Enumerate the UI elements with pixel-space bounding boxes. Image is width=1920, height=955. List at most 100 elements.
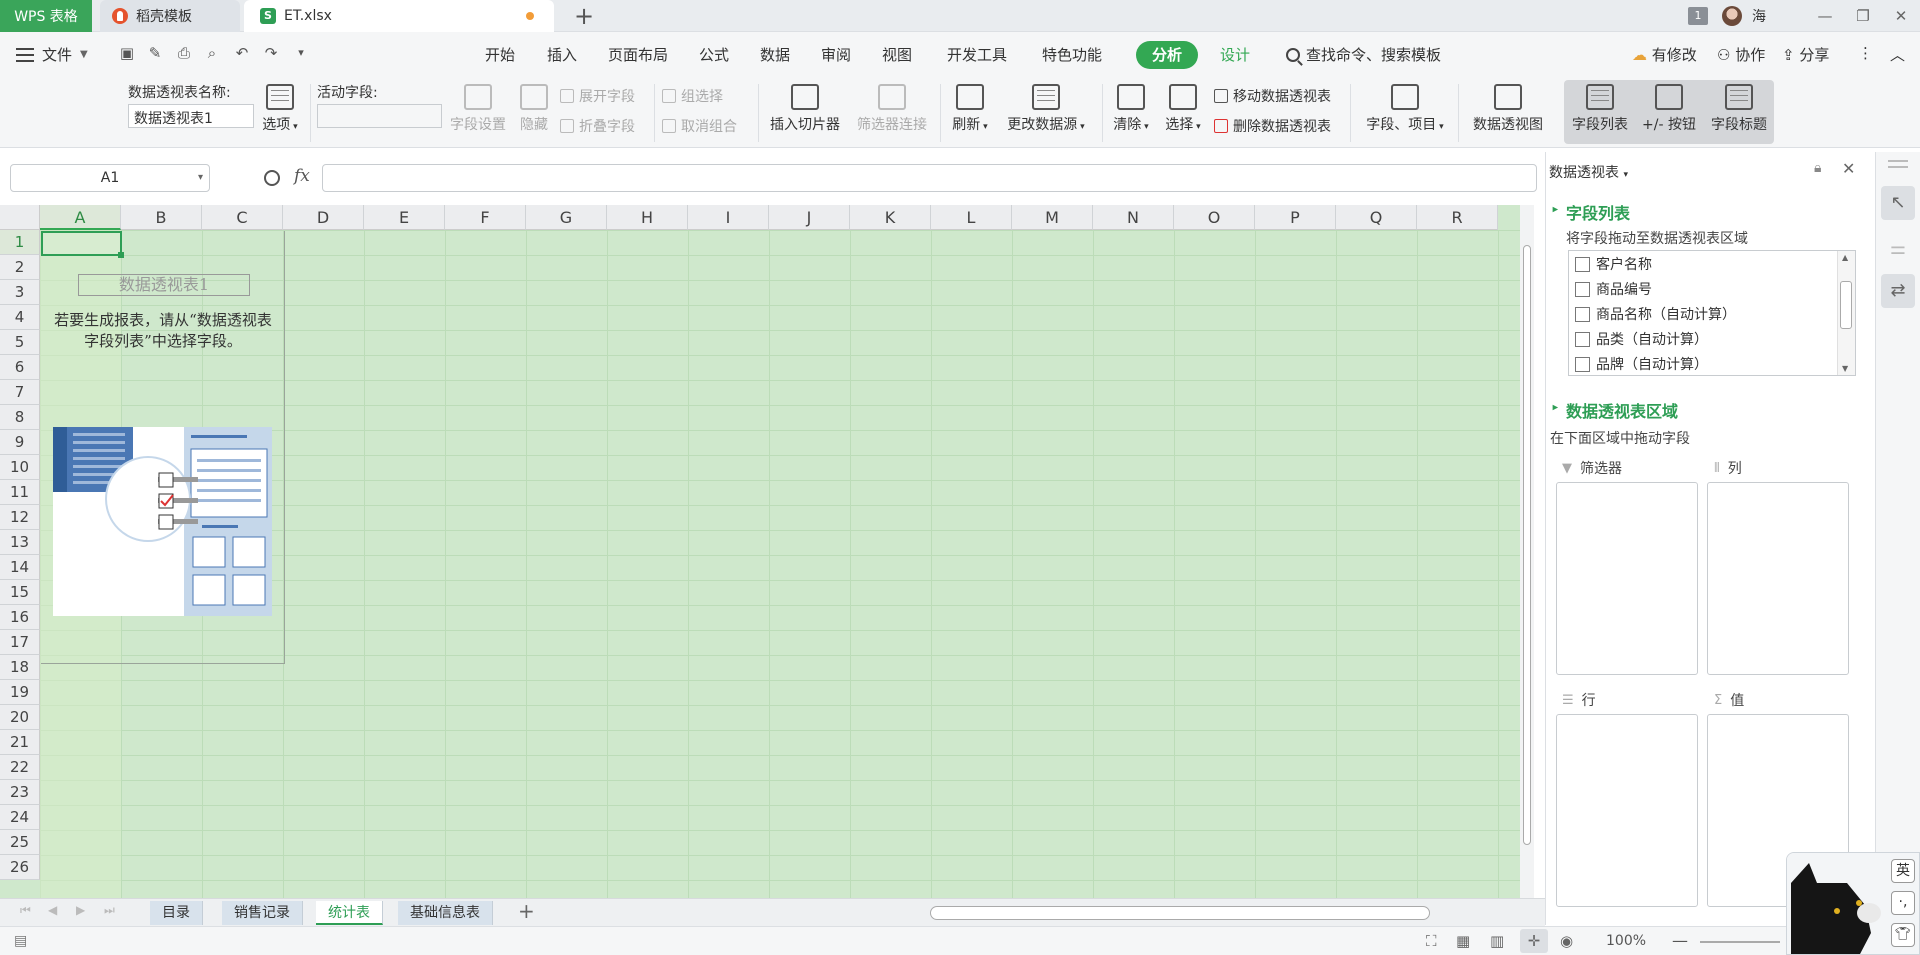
row-header[interactable]: 9 (0, 430, 40, 455)
rows-drop-zone[interactable] (1556, 714, 1698, 907)
prev-sheet-icon[interactable]: ◀ (48, 903, 57, 917)
close-icon[interactable]: ✕ (1882, 7, 1920, 25)
column-header[interactable]: L (931, 205, 1012, 230)
undo-icon[interactable]: ↶ (233, 44, 251, 62)
row-header[interactable]: 1 (0, 230, 40, 255)
row-header[interactable]: 4 (0, 305, 40, 330)
row-header[interactable]: 24 (0, 805, 40, 830)
field-settings-button[interactable]: 字段设置 (446, 84, 510, 134)
settings-sliders-icon[interactable]: ⚌ (1881, 232, 1915, 266)
filter-drop-zone[interactable] (1556, 482, 1698, 675)
sheet-tab-sales-records[interactable]: 销售记录 (222, 901, 303, 925)
pivot-pane-icon[interactable]: ⇄ (1881, 274, 1915, 308)
redo-icon[interactable]: ↷ (262, 44, 280, 62)
column-header[interactable]: E (364, 205, 445, 230)
add-sheet-button[interactable]: + (518, 899, 535, 923)
macro-record-icon[interactable]: ▤ (14, 933, 27, 949)
column-header[interactable]: K (850, 205, 931, 230)
new-tab-button[interactable]: + (570, 2, 598, 30)
group-selection-button[interactable]: 组选择 (662, 86, 723, 106)
avatar[interactable] (1722, 6, 1742, 26)
field-item[interactable]: 商品编号 (1575, 278, 1652, 300)
pivot-chart-button[interactable]: 数据透视图 (1466, 84, 1550, 134)
checkbox[interactable] (1575, 356, 1590, 372)
field-list-toggle[interactable]: 字段列表 (1566, 84, 1634, 134)
tab-insert[interactable]: 插入 (547, 44, 577, 65)
tab-special-features[interactable]: 特色功能 (1042, 44, 1102, 65)
pivot-name-input[interactable]: 数据透视表1 (128, 104, 254, 128)
selected-cell[interactable] (41, 231, 124, 258)
fullscreen-icon[interactable]: ⛶ (1426, 932, 1437, 950)
options-button[interactable]: 选项 ▾ (258, 84, 302, 134)
modified-status-button[interactable]: ☁ 有修改 (1632, 44, 1697, 65)
columns-drop-zone[interactable] (1707, 482, 1849, 675)
minimize-icon[interactable]: — (1806, 7, 1844, 25)
user-name[interactable]: 海 (1752, 6, 1766, 26)
print-preview-icon[interactable]: ⌕ (203, 44, 221, 62)
row-header[interactable]: 7 (0, 380, 40, 405)
column-header[interactable]: A (40, 205, 121, 230)
row-header[interactable]: 15 (0, 580, 40, 605)
field-list[interactable]: 客户名称 商品编号 商品名称（自动计算） 品类（自动计算） 品牌（自动计算） ▲… (1568, 250, 1856, 376)
tab-page-layout[interactable]: 页面布局 (608, 44, 668, 65)
eye-protection-icon[interactable]: ◉ (1560, 932, 1573, 950)
select-all-corner[interactable] (0, 205, 40, 230)
column-header[interactable]: B (121, 205, 202, 230)
field-list-header[interactable]: 字段列表 (1566, 200, 1630, 224)
plus-minus-buttons-toggle[interactable]: +/- 按钮 (1636, 84, 1702, 134)
row-header[interactable]: 14 (0, 555, 40, 580)
tab-review[interactable]: 审阅 (821, 44, 851, 65)
row-header[interactable]: 8 (0, 405, 40, 430)
share-button[interactable]: ⇪ 分享 (1782, 44, 1829, 65)
ime-widget[interactable]: 英 ·, 👕︎ (1786, 852, 1920, 955)
ime-lang-toggle[interactable]: 英 (1891, 859, 1915, 883)
row-header[interactable]: 16 (0, 605, 40, 630)
ime-punct-icon[interactable]: ·, (1891, 891, 1915, 915)
more-options-icon[interactable]: ⋮ (1858, 44, 1873, 62)
field-item[interactable]: 品类（自动计算） (1575, 328, 1708, 350)
row-header[interactable]: 17 (0, 630, 40, 655)
fields-items-button[interactable]: 字段、项目 ▾ (1360, 84, 1450, 134)
ungroup-button[interactable]: 取消组合 (662, 116, 737, 136)
column-header[interactable]: D (283, 205, 364, 230)
pane-title[interactable]: 数据透视表 ▾ (1549, 162, 1628, 182)
row-header[interactable]: 19 (0, 680, 40, 705)
row-header[interactable]: 22 (0, 755, 40, 780)
zoom-out-icon[interactable]: — (1672, 931, 1688, 950)
next-sheet-icon[interactable]: ▶ (76, 903, 85, 917)
tab-view[interactable]: 视图 (882, 44, 912, 65)
column-header[interactable]: F (445, 205, 526, 230)
zoom-slider[interactable] (1700, 941, 1780, 943)
tab-developer[interactable]: 开发工具 (947, 44, 1007, 65)
tab-data[interactable]: 数据 (760, 44, 790, 65)
column-header[interactable]: M (1012, 205, 1093, 230)
save-icon[interactable]: ▣ (118, 44, 136, 62)
scroll-up-icon[interactable]: ▲ (1842, 253, 1848, 262)
checkbox[interactable] (1575, 256, 1590, 272)
column-header[interactable]: N (1093, 205, 1174, 230)
hide-button[interactable]: 隐藏 (516, 84, 552, 134)
restore-icon[interactable]: ❐ (1844, 7, 1882, 25)
first-sheet-icon[interactable]: ⏮ (20, 903, 31, 918)
collapse-field-button[interactable]: 折叠字段 (560, 116, 635, 136)
column-header[interactable]: C (202, 205, 283, 230)
page-break-view-icon[interactable]: ▥ (1490, 932, 1504, 950)
scroll-down-icon[interactable]: ▼ (1842, 364, 1848, 373)
column-header[interactable]: J (769, 205, 850, 230)
active-field-input[interactable] (317, 104, 442, 128)
tab-start[interactable]: 开始 (485, 44, 515, 65)
select-button[interactable]: 选择 ▾ (1160, 84, 1206, 134)
clear-button[interactable]: 清除 ▾ (1108, 84, 1154, 134)
checkbox[interactable] (1575, 281, 1590, 297)
tab-analysis[interactable]: 分析 (1136, 41, 1198, 69)
areas-header[interactable]: 数据透视表区域 (1566, 398, 1678, 422)
normal-view-icon[interactable]: ▦ (1456, 932, 1470, 950)
select-cursor-icon[interactable]: ↖ (1881, 186, 1915, 220)
fx-icon[interactable]: fx (294, 166, 310, 186)
expand-field-button[interactable]: 展开字段 (560, 86, 635, 106)
name-box[interactable]: A1 ▾ (10, 164, 210, 192)
field-item[interactable]: 客户名称 (1575, 253, 1652, 275)
field-list-scrollbar[interactable]: ▲ ▼ (1837, 251, 1855, 375)
window-count-badge[interactable]: 1 (1688, 7, 1708, 25)
column-header[interactable]: R (1417, 205, 1498, 230)
